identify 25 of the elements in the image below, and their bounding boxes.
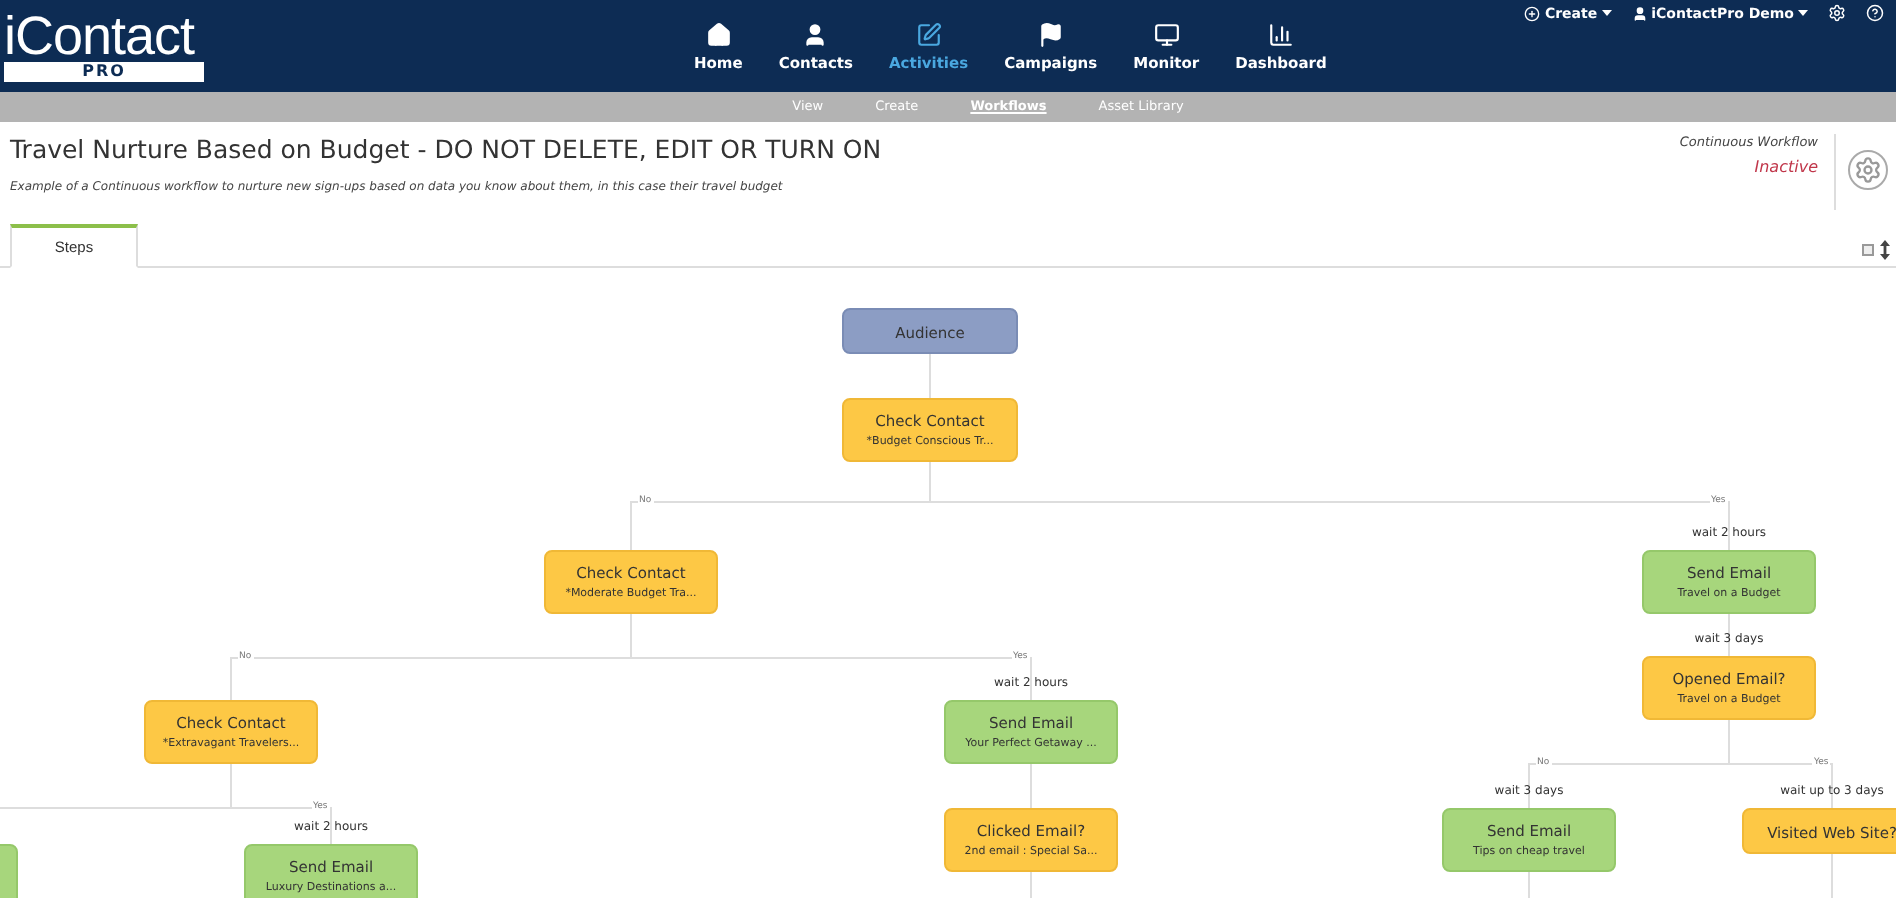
user-icon	[802, 21, 829, 47]
connector-line	[1728, 613, 1730, 657]
help-icon[interactable]	[1866, 4, 1884, 22]
home-icon	[705, 21, 732, 47]
logo-badge: PRO	[4, 62, 204, 82]
workflow-title: Travel Nurture Based on Budget - DO NOT DELETE, EDIT OR TURN ON	[10, 134, 882, 164]
settings-icon[interactable]	[1828, 4, 1846, 22]
settings-button[interactable]	[1848, 150, 1888, 190]
connector-line	[929, 353, 931, 399]
chart-icon	[1267, 21, 1294, 47]
caret-icon	[1601, 10, 1612, 16]
connector-line	[1831, 853, 1833, 898]
monitor-icon	[1153, 21, 1180, 47]
connector-line	[1030, 871, 1032, 898]
workflow-status: Inactive	[1754, 158, 1818, 176]
flag-icon	[1037, 21, 1064, 47]
checkbox-icon[interactable]	[1862, 244, 1874, 256]
connector-line	[1528, 871, 1530, 898]
resize-icon[interactable]	[1880, 240, 1890, 260]
logo[interactable]: iContact	[4, 10, 195, 62]
caret-icon	[1798, 10, 1808, 16]
plus-icon	[1524, 5, 1541, 21]
user-icon	[1631, 5, 1648, 21]
connector-line	[1030, 763, 1032, 809]
edit-icon	[915, 21, 942, 47]
